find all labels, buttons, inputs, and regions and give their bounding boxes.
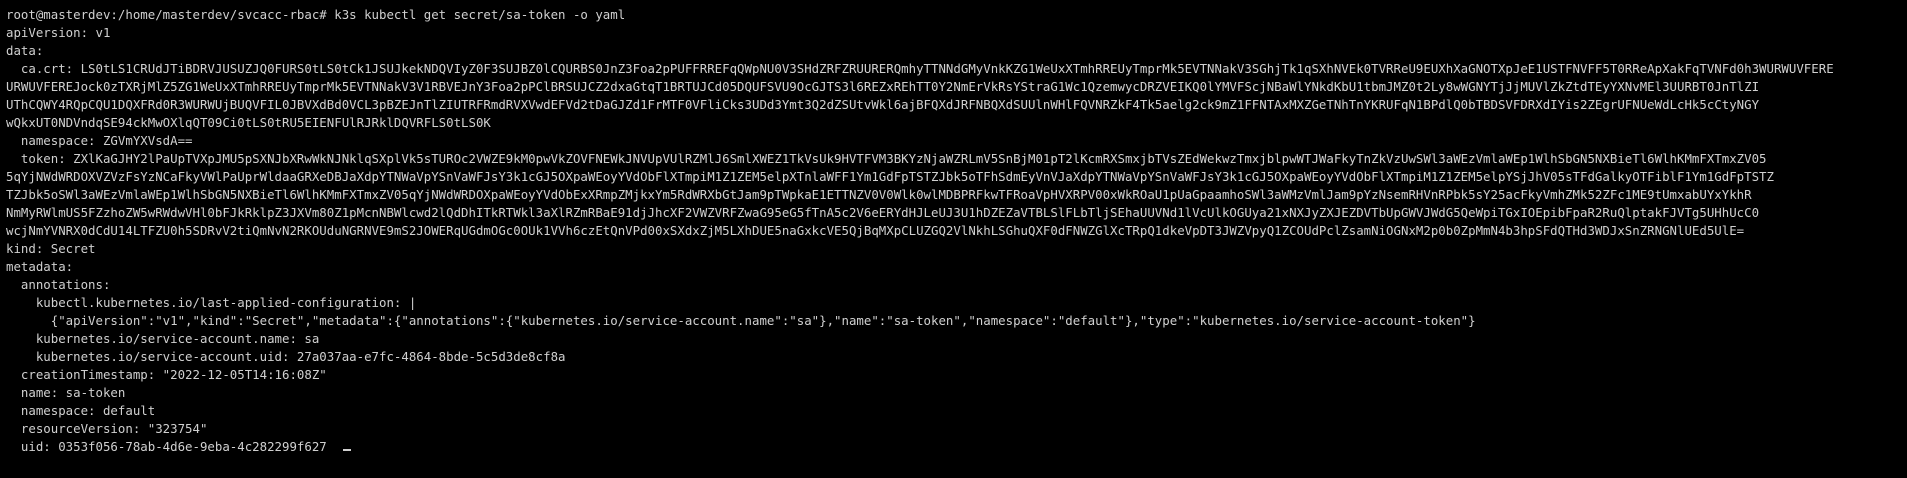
yaml-line-last: uid: 0353f056-78ab-4d6e-9eba-4c282299f62… [6,438,1903,456]
yaml-line: name: sa-token [6,385,126,400]
yaml-line: annotations: [6,277,111,292]
yaml-line: kind: Secret [6,241,96,256]
yaml-line: namespace: ZGVmYXVsdA== [6,133,193,148]
yaml-line: ca.crt: LS0tLS1CRUdJTiBDRVJUSUZJQ0FURS0t… [6,61,1834,76]
yaml-line: kubectl.kubernetes.io/last-applied-confi… [6,295,417,310]
yaml-line: NmMyRWlmUS5FZzhoZW5wRWdwVHl0bFJkRklpZ3JX… [6,205,1760,220]
yaml-line: wcjNmYVNRX0dCdU14LTFZU0h5SDRvV2tiQmNvN2R… [6,223,1745,238]
yaml-line: resourceVersion: "323754" [6,421,208,436]
yaml-line: 5qYjNWdWRDOXVZVzFsYzNCaFkyVWlPaUprWldaaG… [6,169,1774,184]
yaml-line: wQkxUT0NDVndqSE94ckMwOXlqQT09Ci0tLS0tRU5… [6,115,491,130]
yaml-line: apiVersion: v1 [6,25,111,40]
yaml-line: kubernetes.io/service-account.uid: 27a03… [6,349,566,364]
yaml-line: UThCQWY4RQpCQU1DQXFRd0R3WURWUjBUQVFIL0JB… [6,97,1760,112]
prompt-command-line: root@masterdev:/home/masterdev/svcacc-rb… [6,7,626,22]
yaml-line: token: ZXlKaGJHY2lPaUpTVXpJMU5pSXNJbXRwW… [6,151,1767,166]
yaml-line: namespace: default [6,403,156,418]
yaml-line: TZJbk5oSWl3aWEzVmlaWEp1WlhSbGN5NXBieTl6W… [6,187,1752,202]
yaml-line: {"apiVersion":"v1","kind":"Secret","meta… [6,313,1476,328]
yaml-line: data: [6,43,44,58]
yaml-line: kubernetes.io/service-account.name: sa [6,331,320,346]
yaml-line: metadata: [6,259,74,274]
yaml-line: URWUVFEREJock0zTXRjMlZ5ZG1WeUxXTmhRREUyT… [6,79,1760,94]
terminal-window[interactable]: root@masterdev:/home/masterdev/svcacc-rb… [0,0,1907,478]
yaml-type-text: uid: 0353f056-78ab-4d6e-9eba-4c282299f62… [6,439,327,454]
terminal-cursor [342,449,351,451]
yaml-line: creationTimestamp: "2022-12-05T14:16:08Z… [6,367,327,382]
